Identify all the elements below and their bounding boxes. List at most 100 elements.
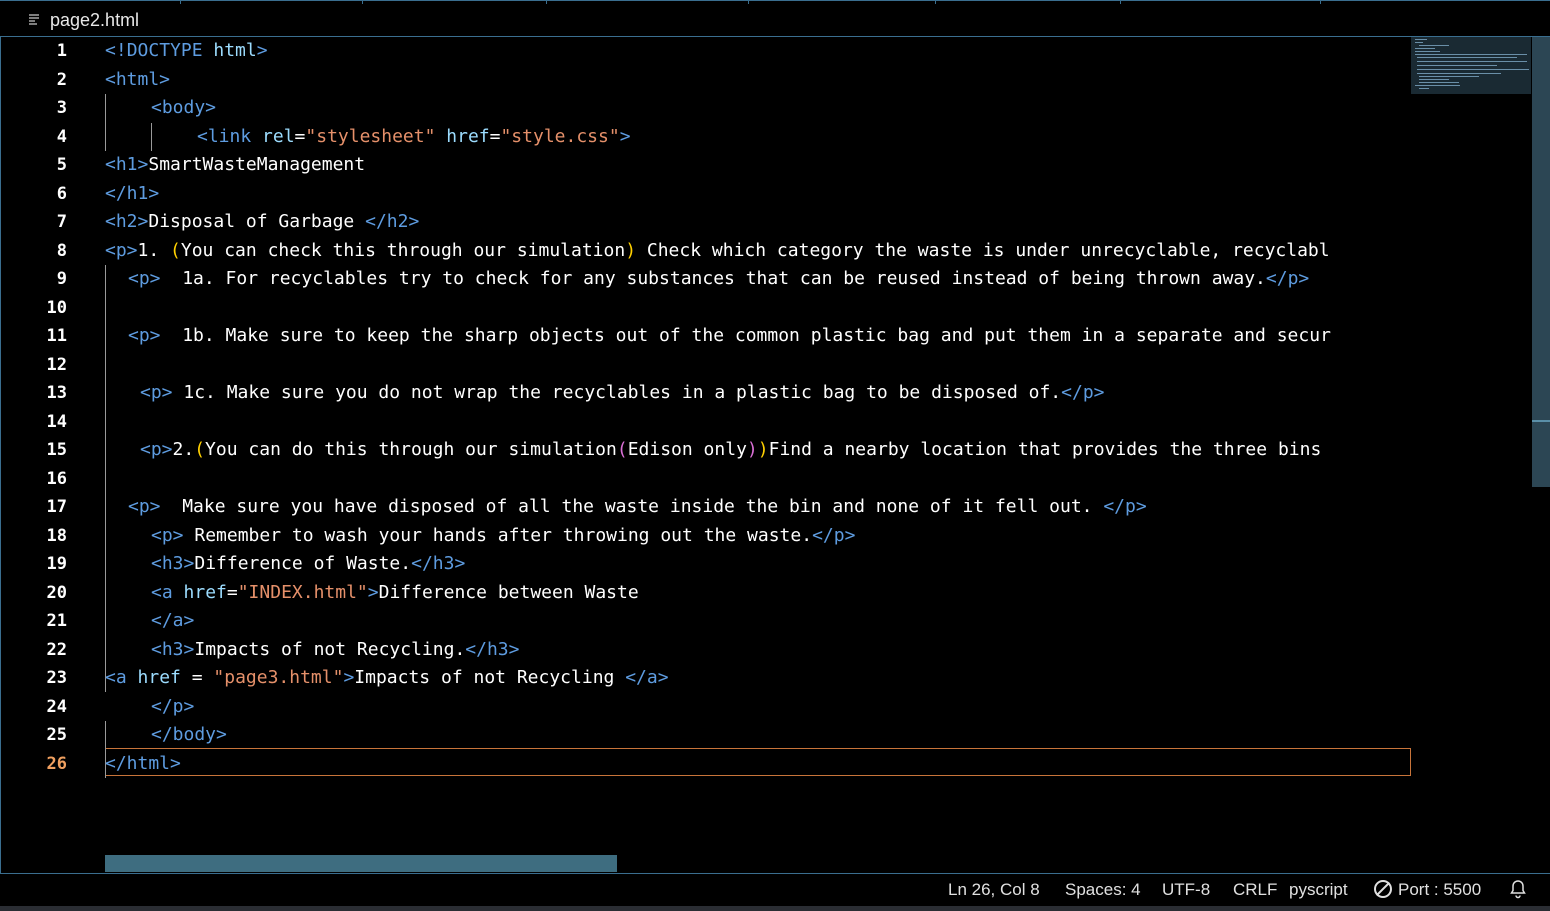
status-cursor-position[interactable]: Ln 26, Col 8 (948, 880, 1040, 900)
line-number: 13 (46, 383, 67, 403)
text: Impacts of not Recycling (354, 667, 626, 688)
line-number: 5 (56, 155, 67, 175)
code-line: <h3>Difference of Waste.</h3> (151, 550, 465, 579)
line-number: 23 (46, 668, 67, 688)
horizontal-scrollbar-thumb[interactable] (105, 855, 617, 872)
tag: <link (197, 125, 252, 147)
line-number: 22 (46, 639, 67, 660)
line-number: 2 (56, 69, 67, 90)
code-line: </h1> (105, 182, 160, 204)
line-number: 1 (56, 41, 67, 61)
code-area[interactable]: <!DOCTYPE html> <html> <body> <link rel=… (105, 37, 1411, 873)
code-line: <h2>Disposal of Garbage </h2> (105, 208, 419, 237)
editor-tab-bar: page2.html (0, 0, 1550, 37)
tag: </p> (1061, 382, 1105, 403)
code-line-current: </html> (105, 752, 181, 774)
bell-icon[interactable] (1508, 879, 1528, 904)
line-number: 7 (56, 212, 67, 232)
tag: </p> (1265, 268, 1310, 289)
line-number: 9 (56, 269, 67, 289)
tab-bar-top-border (0, 0, 1550, 3)
bracket: ( (616, 439, 628, 460)
tag: <h1> (105, 154, 149, 175)
line-number: 11 (46, 326, 67, 346)
code-line: <a href = "page3.html">Impacts of not Re… (105, 664, 669, 693)
minimap-line (1419, 45, 1449, 46)
code-line: <p> Make sure you have disposed of all t… (128, 493, 1147, 522)
status-line-ending[interactable]: CRLF (1233, 880, 1277, 900)
minimap-line (1415, 54, 1527, 55)
minimap-line (1417, 73, 1501, 74)
minimap[interactable] (1411, 37, 1531, 94)
tag: <h2> (105, 211, 149, 232)
code-line: </body> (151, 724, 227, 745)
tag: <p> (128, 325, 161, 346)
minimap-line (1417, 61, 1527, 62)
code-line: <p> 1b. Make sure to keep the sharp obje… (128, 322, 1331, 351)
port-label: Port : 5500 (1398, 880, 1482, 899)
text: Disposal of Garbage (148, 211, 366, 232)
text: 2. (172, 439, 195, 460)
attribute: html (202, 40, 257, 61)
status-encoding[interactable]: UTF-8 (1162, 880, 1210, 900)
code-line: </p> (151, 695, 195, 717)
tag: <p> (151, 524, 184, 546)
text: Check which category the waste is under … (636, 239, 1330, 261)
line-number: 10 (46, 297, 67, 318)
tab-page2-html[interactable]: page2.html (28, 8, 139, 32)
text: You can do this through our simulation (205, 439, 617, 460)
text: Impacts of not Recycling. (194, 638, 466, 660)
status-live-server-port[interactable]: Port : 5500 (1374, 880, 1481, 900)
status-indentation[interactable]: Spaces: 4 (1065, 880, 1141, 900)
tag: <a (151, 581, 173, 603)
text: Edison only (627, 439, 747, 460)
indent-guide (105, 265, 106, 692)
scrollbar-cursor-marker (1532, 420, 1550, 422)
tag: </h2> (365, 211, 420, 232)
text: 1c. Make sure you do not wrap the recycl… (172, 382, 1062, 403)
bracket: ) (625, 239, 637, 261)
text: 1a. For recyclables try to check for any… (160, 268, 1266, 289)
text: 1. (137, 239, 171, 261)
line-number: 3 (56, 98, 67, 118)
tag: </p> (1103, 496, 1147, 517)
line-number: 4 (56, 126, 67, 147)
string: "style.css" (500, 125, 620, 147)
code-line: <h3>Impacts of not Recycling.</h3> (151, 636, 519, 665)
tag-punct: <! (105, 40, 127, 61)
line-number-current: 26 (46, 753, 67, 774)
tag: <p> (140, 439, 173, 460)
minimap-line (1417, 69, 1529, 70)
text: 1b. Make sure to keep the sharp objects … (160, 325, 1331, 346)
tab-separator (362, 0, 363, 4)
status-language-mode[interactable]: pyscript (1289, 880, 1348, 900)
minimap-line (1415, 48, 1435, 49)
line-number: 16 (46, 468, 67, 489)
tag: </h3> (465, 638, 520, 660)
attribute: href (172, 581, 227, 603)
minimap-line (1419, 82, 1459, 83)
code-line: <p> 1c. Make sure you do not wrap the re… (140, 379, 1105, 408)
equals: = (294, 125, 306, 147)
tab-separator (546, 0, 547, 4)
tag-punct: > (256, 40, 268, 61)
code-editor[interactable]: 1 2 3 4 5 6 7 8 9 10 11 12 13 14 15 16 1… (0, 37, 1550, 873)
indent-guide (151, 122, 152, 151)
tag: > (367, 581, 379, 603)
text: You can check this through our simulatio… (180, 239, 626, 261)
tab-separator (748, 0, 749, 4)
code-line: <link rel="stylesheet" href="style.css"> (197, 123, 631, 152)
status-bar: Ln 26, Col 8 Spaces: 4 UTF-8 CRLF pyscri… (0, 873, 1550, 907)
tag: </a> (625, 667, 669, 688)
bracket: ) (746, 439, 758, 460)
code-line: <a href="INDEX.html">Difference between … (151, 579, 639, 608)
string: "INDEX.html" (237, 581, 368, 603)
tag: <p> (105, 239, 138, 261)
tag: <h3> (151, 553, 195, 574)
line-number: 20 (46, 582, 67, 603)
tag: <a (105, 667, 127, 688)
code-line: <body> (151, 97, 217, 118)
line-number: 17 (46, 497, 67, 517)
indent-guide (105, 94, 106, 151)
line-number: 24 (46, 696, 67, 717)
